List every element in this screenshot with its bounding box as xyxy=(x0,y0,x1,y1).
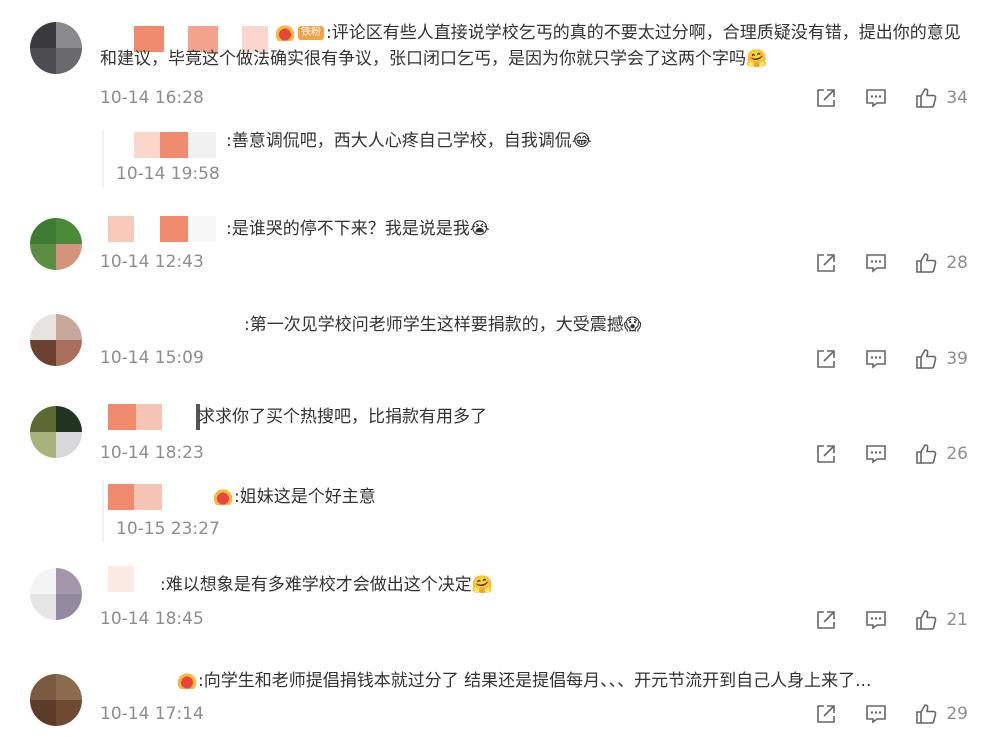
comment-icon xyxy=(866,611,887,630)
comment-icon xyxy=(866,89,887,108)
username[interactable] xyxy=(108,484,214,510)
comment-text: :是谁哭的停不下来？我是说是我😭 xyxy=(226,219,490,239)
reply-divider xyxy=(102,480,104,542)
comment-text: :向学生和老师提倡捐钱本就过分了 结果还是提倡每月、、、开元节流开到自己人身上来… xyxy=(178,668,871,694)
timestamp: 10-14 15:09 xyxy=(100,348,204,368)
thumbs-up-icon xyxy=(916,88,937,108)
reply-button[interactable] xyxy=(864,702,888,726)
like-count: 34 xyxy=(946,88,968,108)
comment-actions: 39 xyxy=(788,347,968,371)
comment-text: :第一次见学校问老师学生这样要捐款的，大受震撼😱 xyxy=(244,315,642,335)
like-count: 28 xyxy=(946,253,968,273)
avatar[interactable] xyxy=(30,568,82,620)
like-button[interactable]: 21 xyxy=(914,608,968,632)
share-icon xyxy=(817,705,836,723)
like-button[interactable]: 39 xyxy=(914,347,968,371)
thumbs-up-icon xyxy=(916,253,937,273)
timestamp: 10-14 16:28 xyxy=(100,88,204,108)
comment-icon xyxy=(866,445,887,464)
comment-text: 求求你了买个热搜吧，比捐款有用多了 xyxy=(198,407,487,427)
timestamp: 10-15 23:27 xyxy=(116,519,220,539)
reply-button[interactable] xyxy=(864,608,888,632)
like-button[interactable]: 26 xyxy=(914,442,968,466)
avatar[interactable] xyxy=(30,674,82,726)
reply-divider xyxy=(102,130,104,188)
share-button[interactable] xyxy=(814,251,838,275)
thumbs-up-icon xyxy=(916,610,937,630)
timestamp: 10-14 17:14 xyxy=(100,704,204,724)
comment-actions: 26 xyxy=(788,442,968,466)
avatar[interactable] xyxy=(30,218,82,270)
share-icon xyxy=(817,445,836,463)
thumbs-up-icon xyxy=(916,704,937,724)
share-button[interactable] xyxy=(814,442,838,466)
like-count: 26 xyxy=(946,444,968,464)
comment-text: 铁粉:评论区有些人直接说学校乞丐的真的不要太过分啊，合理质疑没有错，提出你的意见… xyxy=(100,23,961,69)
emoji-icon: 🤗 xyxy=(471,575,493,595)
timestamp: 10-14 12:43 xyxy=(100,252,204,272)
avatar[interactable] xyxy=(30,406,82,458)
avatar[interactable] xyxy=(30,22,82,74)
comment-actions: 29 xyxy=(788,702,968,726)
username[interactable] xyxy=(108,566,160,592)
share-button[interactable] xyxy=(814,347,838,371)
share-icon xyxy=(817,611,836,629)
share-icon xyxy=(817,254,836,272)
emoji-icon: 🤗 xyxy=(746,49,768,69)
like-count: 29 xyxy=(946,704,968,724)
vip-icon xyxy=(276,25,294,41)
timestamp: 10-14 18:45 xyxy=(100,609,204,629)
share-icon xyxy=(817,89,836,107)
share-button[interactable] xyxy=(814,86,838,110)
share-button[interactable] xyxy=(814,702,838,726)
vip-icon xyxy=(178,673,196,689)
thumbs-up-icon xyxy=(916,444,937,464)
like-button[interactable]: 28 xyxy=(914,251,968,275)
reply-button[interactable] xyxy=(864,251,888,275)
reply-button[interactable] xyxy=(864,442,888,466)
like-count: 39 xyxy=(946,349,968,369)
comment-actions: 34 xyxy=(788,86,968,110)
timestamp: 10-14 18:23 xyxy=(100,443,204,463)
fan-badge: 铁粉 xyxy=(298,26,324,40)
vip-icon xyxy=(214,489,232,505)
like-button[interactable]: 29 xyxy=(914,702,968,726)
comment-text: :难以想象是有多难学校才会做出这个决定🤗 xyxy=(160,575,493,595)
username[interactable] xyxy=(108,404,200,430)
comment-icon xyxy=(866,254,887,273)
share-button[interactable] xyxy=(814,608,838,632)
comment-text: :善意调侃吧，西大人心疼自己学校，自我调侃😂 xyxy=(226,131,592,151)
timestamp: 10-14 19:58 xyxy=(116,164,220,184)
comment-text: :姐妹这是个好主意 xyxy=(214,484,376,510)
username[interactable] xyxy=(108,216,216,242)
avatar[interactable] xyxy=(30,314,82,366)
emoji-icon: 😂 xyxy=(571,131,592,151)
share-icon xyxy=(817,350,836,368)
emoji-icon: 😱 xyxy=(623,315,642,335)
thumbs-up-icon xyxy=(916,349,937,369)
comment-icon xyxy=(866,350,887,369)
like-count: 21 xyxy=(946,610,968,630)
comment-icon xyxy=(866,705,887,724)
comment-actions: 28 xyxy=(788,251,968,275)
like-button[interactable]: 34 xyxy=(914,86,968,110)
reply-button[interactable] xyxy=(864,86,888,110)
reply-button[interactable] xyxy=(864,347,888,371)
emoji-icon: 😭 xyxy=(469,219,490,239)
comment-actions: 21 xyxy=(788,608,968,632)
